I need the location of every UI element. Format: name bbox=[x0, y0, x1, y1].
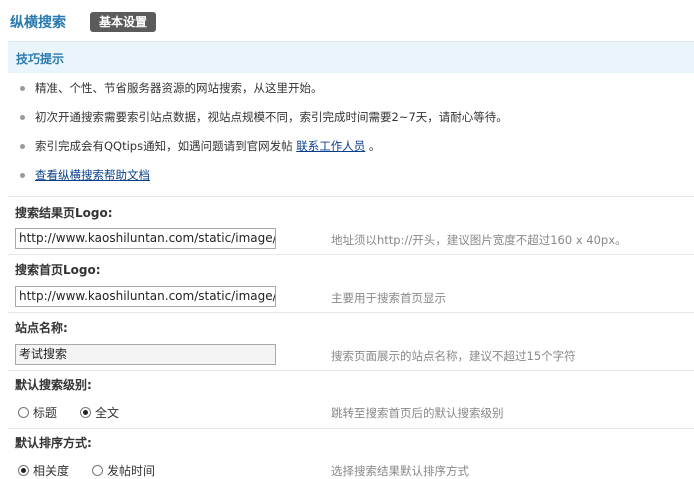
tab-basic-settings[interactable]: 基本设置 bbox=[90, 12, 156, 32]
bullet-icon bbox=[20, 173, 25, 178]
sort-order-hint: 选择搜索结果默认排序方式 bbox=[331, 464, 469, 478]
divider bbox=[8, 428, 694, 429]
divider bbox=[8, 370, 694, 371]
help-docs-link[interactable]: 查看纵横搜索帮助文档 bbox=[35, 168, 150, 182]
search-level-label: 默认搜索级别: bbox=[15, 378, 92, 392]
radio-checked-icon bbox=[18, 465, 29, 476]
bullet-icon bbox=[20, 86, 25, 91]
page-header: 纵横搜索 基本设置 bbox=[0, 0, 694, 40]
result-logo-input[interactable]: http://www.kaoshiluntan.com/static/image… bbox=[15, 228, 276, 249]
divider bbox=[8, 196, 694, 197]
divider bbox=[8, 312, 694, 313]
sort-order-label: 默认排序方式: bbox=[15, 436, 92, 450]
site-name-input[interactable]: 考试搜索 bbox=[15, 344, 276, 365]
home-logo-hint: 主要用于搜索首页显示 bbox=[331, 291, 446, 305]
bullet-icon bbox=[20, 144, 25, 149]
bullet-icon bbox=[20, 115, 25, 120]
home-logo-label: 搜索首页Logo: bbox=[15, 263, 101, 277]
tips-heading-bar: 技巧提示 bbox=[8, 41, 694, 73]
divider bbox=[8, 254, 694, 255]
radio-icon bbox=[92, 465, 103, 476]
radio-checked-icon bbox=[80, 407, 91, 418]
home-logo-input[interactable]: http://www.kaoshiluntan.com/static/image… bbox=[15, 286, 276, 307]
result-logo-hint: 地址须以http://开头，建议图片宽度不超过160 x 40px。 bbox=[331, 233, 627, 247]
search-level-hint: 跳转至搜索首页后的默认搜索级别 bbox=[331, 406, 504, 420]
site-name-label: 站点名称: bbox=[15, 321, 68, 335]
tips-heading: 技巧提示 bbox=[16, 52, 65, 66]
result-logo-label: 搜索结果页Logo: bbox=[15, 206, 113, 220]
site-name-hint: 搜索页面展示的站点名称，建议不超过15个字符 bbox=[331, 349, 576, 363]
radio-icon bbox=[18, 407, 29, 418]
page-title: 纵横搜索 bbox=[10, 15, 66, 31]
contact-staff-link[interactable]: 联系工作人员 bbox=[296, 139, 365, 153]
